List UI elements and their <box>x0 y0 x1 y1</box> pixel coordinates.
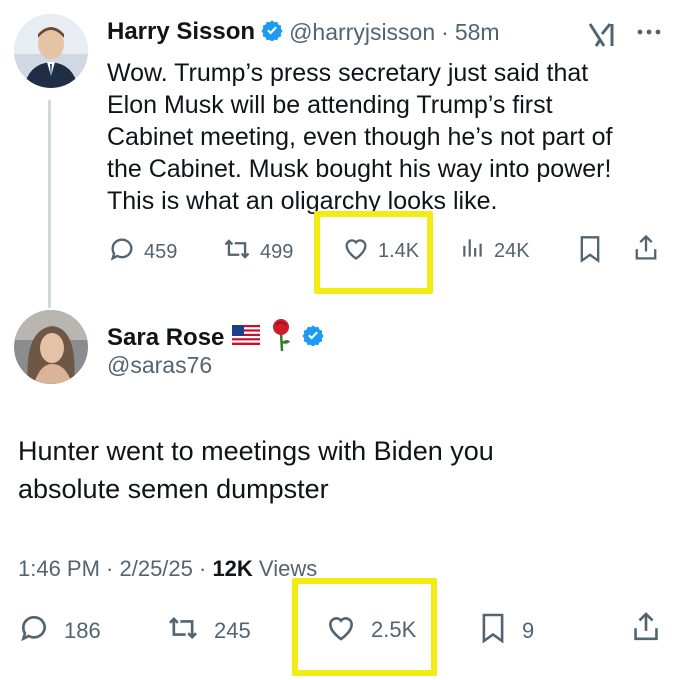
separator-dot: · <box>441 18 449 45</box>
highlight-box-likes-1 <box>314 211 433 294</box>
share-icon <box>630 610 662 650</box>
tweet-time[interactable]: 58m <box>455 19 500 46</box>
reply-button[interactable]: 186 <box>18 612 101 650</box>
bookmark-count: 9 <box>522 618 535 643</box>
views-count: 24K <box>494 239 530 262</box>
views-icon <box>460 235 486 267</box>
share-button[interactable] <box>630 610 662 650</box>
repost-button[interactable]: 245 <box>166 612 251 650</box>
bookmark-button[interactable] <box>578 235 602 269</box>
reply-icon <box>18 612 50 650</box>
more-icon[interactable] <box>636 24 662 42</box>
reply-count: 186 <box>64 618 101 643</box>
text-line: Wow. Trump’s press secretary just said t… <box>107 59 589 87</box>
repost-icon <box>222 235 252 269</box>
harry-avatar[interactable] <box>14 14 88 88</box>
us-flag-icon <box>232 325 261 350</box>
repost-button[interactable]: 499 <box>222 235 293 269</box>
text-line: the Cabinet. Musk bought his way into po… <box>107 155 612 183</box>
highlight-box-likes-2 <box>292 578 437 676</box>
author-handle[interactable]: @harryjsisson <box>289 19 435 46</box>
grok-icon[interactable] <box>586 20 616 55</box>
text-line: Cabinet meeting, even though he’s not pa… <box>107 123 613 151</box>
author-name[interactable]: Sara Rose <box>107 324 224 352</box>
text-line: Hunter went to meetings with Biden you <box>18 436 494 466</box>
timestamp[interactable]: 1:46 PM · 2/25/25 · <box>18 556 212 581</box>
rose-icon <box>268 318 294 357</box>
tweet-meta: 1:46 PM · 2/25/25 · 12K Views <box>18 556 317 582</box>
share-icon <box>632 233 660 269</box>
reply-button[interactable]: 459 <box>108 235 177 269</box>
sara-avatar[interactable] <box>14 310 88 384</box>
author-handle[interactable]: @saras76 <box>107 352 212 379</box>
repost-count: 499 <box>260 240 294 263</box>
tweet2-text: Hunter went to meetings with Biden you a… <box>18 432 494 508</box>
reply-icon <box>108 235 136 269</box>
bookmark-button[interactable]: 9 <box>480 612 534 650</box>
share-button[interactable] <box>632 233 660 269</box>
verified-badge-icon <box>302 324 325 351</box>
tweet1-text: Wow. Trump’s press secretary just said t… <box>107 57 667 217</box>
bookmark-icon <box>578 235 602 269</box>
views-button[interactable]: 24K <box>460 235 530 267</box>
author-name[interactable]: Harry Sisson <box>107 18 255 46</box>
tweet1-header: Harry Sisson @harryjsisson · 58m <box>107 18 500 46</box>
repost-icon <box>166 612 200 650</box>
repost-count: 245 <box>214 618 251 643</box>
text-line: absolute semen dumpster <box>18 474 329 504</box>
verified-badge-icon <box>261 19 283 46</box>
thread-line <box>48 100 51 308</box>
text-line: Elon Musk will be attending Trump’s firs… <box>107 91 553 119</box>
reply-count: 459 <box>144 240 178 263</box>
bookmark-icon <box>480 612 506 650</box>
views-count: 12K <box>212 556 253 581</box>
